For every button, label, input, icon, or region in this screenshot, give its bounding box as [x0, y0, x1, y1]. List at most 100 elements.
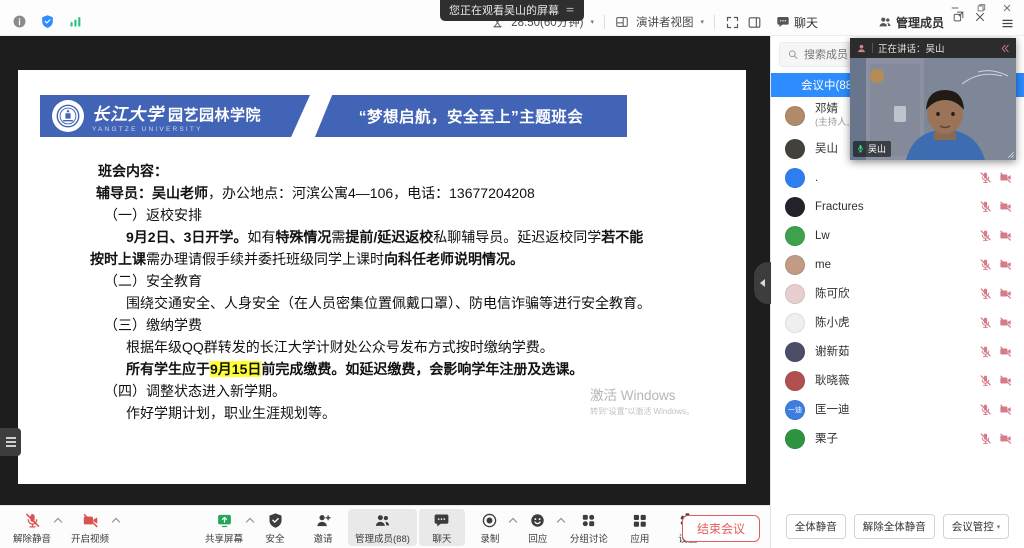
university-name-cn: 长江大学	[92, 100, 164, 125]
network-signal-icon[interactable]	[68, 14, 83, 29]
view-layout-icon	[615, 15, 629, 29]
view-mode-label[interactable]: 演讲者视图	[636, 14, 694, 30]
university-name-en: YANGTZE UNIVERSITY	[92, 126, 261, 133]
toolbar-center-group: 共享屏幕安全邀请管理成员(88)聊天录制回应分组讨论应用设置	[198, 509, 711, 546]
slide-text-line: 围绕交通安全、人身安全（在人员密集位置佩戴口罩）、防电信诈骗等进行安全教育。	[90, 292, 722, 314]
members-icon	[878, 15, 892, 29]
expand-caret-icon[interactable]	[113, 517, 119, 523]
member-avatar	[785, 106, 805, 126]
member-row[interactable]: 栗子	[771, 424, 1024, 453]
thumbnail-drawer-toggle[interactable]	[0, 428, 21, 456]
member-row[interactable]: 耿晓薇	[771, 366, 1024, 395]
shield-icon	[267, 512, 284, 529]
fullscreen-icon[interactable]	[725, 15, 740, 30]
toolbar-chat-button[interactable]: 聊天	[419, 509, 465, 546]
presentation-slide: 长江大学 园艺园林学院 YANGTZE UNIVERSITY “梦想启航，安全至…	[18, 70, 746, 484]
speaker-video-window[interactable]: 正在讲话：吴山	[850, 38, 1016, 160]
member-name: 栗子	[815, 433, 838, 445]
cam-off-icon	[999, 374, 1012, 387]
menu-hamburger-icon[interactable]	[1000, 16, 1015, 31]
windows-activation-watermark: 激活 Windows 转到“设置”以激活 Windows。	[590, 384, 694, 417]
top-bar: 您正在观看吴山的屏幕 28:50(60分钟) ▾ 演讲者视图 ▾	[0, 0, 1024, 36]
member-row[interactable]: Fractures	[771, 192, 1024, 221]
member-avatar	[785, 429, 805, 449]
toolbar-shield-button[interactable]: 安全	[252, 509, 298, 546]
panel-footer-button[interactable]: 会议管控▾	[943, 514, 1010, 539]
cam-off-icon	[999, 258, 1012, 271]
member-row[interactable]: Lw	[771, 221, 1024, 250]
end-meeting-button[interactable]: 结束会议	[682, 515, 760, 542]
toolbar-cam-off-button[interactable]: 开启视频	[64, 509, 116, 546]
toolbar-record-button[interactable]: 录制	[467, 509, 513, 546]
video-header[interactable]: 正在讲话：吴山	[850, 38, 1016, 58]
video-feed: 吴山	[850, 58, 1016, 160]
toolbar-invite-button[interactable]: 邀请	[300, 509, 346, 546]
timer-caret-icon[interactable]: ▾	[590, 18, 594, 26]
toolbar-react-button[interactable]: 回应	[515, 509, 561, 546]
member-row[interactable]: me	[771, 250, 1024, 279]
video-collapse-icon[interactable]	[999, 43, 1010, 54]
slide-title: “梦想启航，安全至上”主题班会	[359, 105, 584, 127]
slide-text-line: 辅导员：吴山老师，办公地点：河滨公寓4—106，电话：13677204208	[90, 182, 722, 204]
member-row[interactable]: .	[771, 163, 1024, 192]
toolbar-apps-button[interactable]: 应用	[617, 509, 663, 546]
watching-screen-tooltip: 您正在观看吴山的屏幕	[440, 0, 584, 21]
slide-text-line: 9月2日、3日开学。如有特殊情况需提前/延迟返校私聊辅导员。延迟返校同学若不能	[90, 226, 722, 248]
slide-text-line: 班会内容：	[90, 160, 722, 182]
slide-title-banner: “梦想启航，安全至上”主题班会	[315, 95, 627, 137]
speaker-person-icon	[856, 43, 867, 54]
member-name: Lw	[815, 230, 830, 242]
cam-off-icon	[999, 200, 1012, 213]
member-row[interactable]: 谢新茹	[771, 337, 1024, 366]
expand-caret-icon[interactable]	[55, 517, 61, 523]
side-panel-icon[interactable]	[747, 15, 762, 30]
cam-off-icon	[999, 403, 1012, 416]
member-row[interactable]: 陈小虎	[771, 308, 1024, 337]
panel-footer-button[interactable]: 解除全体静音	[854, 514, 935, 539]
record-icon	[481, 512, 498, 529]
toolbar-mic-off-button[interactable]: 解除静音	[6, 509, 58, 546]
security-shield-icon[interactable]	[40, 14, 55, 29]
member-row[interactable]: 一迪匡一迪	[771, 395, 1024, 424]
minimize-icon[interactable]	[944, 1, 966, 14]
collapse-panel-arrow[interactable]	[754, 262, 771, 304]
mic-off-icon	[979, 345, 992, 358]
toolbar-breakout-button[interactable]: 分组讨论	[563, 509, 615, 546]
member-avatar: 一迪	[785, 400, 805, 420]
search-icon	[787, 48, 799, 61]
maximize-icon[interactable]	[970, 1, 992, 14]
resize-handle-icon[interactable]	[1003, 147, 1015, 159]
bottom-toolbar: 解除静音开启视频 共享屏幕安全邀请管理成员(88)聊天录制回应分组讨论应用设置 …	[0, 505, 1024, 548]
member-avatar	[785, 255, 805, 275]
mic-off-icon	[979, 287, 992, 300]
cam-off-icon	[999, 287, 1012, 300]
member-avatar	[785, 197, 805, 217]
view-caret-icon[interactable]: ▾	[700, 18, 704, 26]
panel-tab-members[interactable]: 管理成员	[878, 14, 944, 31]
cam-off-icon	[999, 229, 1012, 242]
member-row[interactable]: 刘诗伯	[771, 453, 1024, 457]
mic-off-icon	[979, 374, 992, 387]
panel-tab-strip: 聊天 管理成员	[776, 8, 944, 36]
cam-off-icon	[999, 171, 1012, 184]
chat-icon	[776, 15, 790, 29]
video-name-tag: 吴山	[853, 141, 891, 157]
mic-active-icon	[856, 144, 865, 153]
member-avatar	[785, 342, 805, 362]
info-icon[interactable]	[12, 14, 27, 29]
mic-off-icon	[979, 316, 992, 329]
member-avatar	[785, 284, 805, 304]
college-name: 园艺园林学院	[168, 104, 261, 125]
member-name: 陈小虎	[815, 317, 850, 329]
slide-text-line: （三）缴纳学费	[90, 314, 722, 336]
mic-off-icon	[979, 432, 992, 445]
close-window-icon[interactable]	[996, 1, 1018, 14]
toolbar-members-button[interactable]: 管理成员(88)	[348, 509, 417, 546]
member-row[interactable]: 陈可欣	[771, 279, 1024, 308]
panel-footer-button[interactable]: 全体静音	[786, 514, 846, 539]
toolbar-screen-share-button[interactable]: 共享屏幕	[198, 509, 250, 546]
panel-tab-chat[interactable]: 聊天	[776, 14, 818, 31]
chat-icon	[433, 512, 450, 529]
member-name: me	[815, 259, 831, 271]
slide-text-line: （二）安全教育	[90, 270, 722, 292]
